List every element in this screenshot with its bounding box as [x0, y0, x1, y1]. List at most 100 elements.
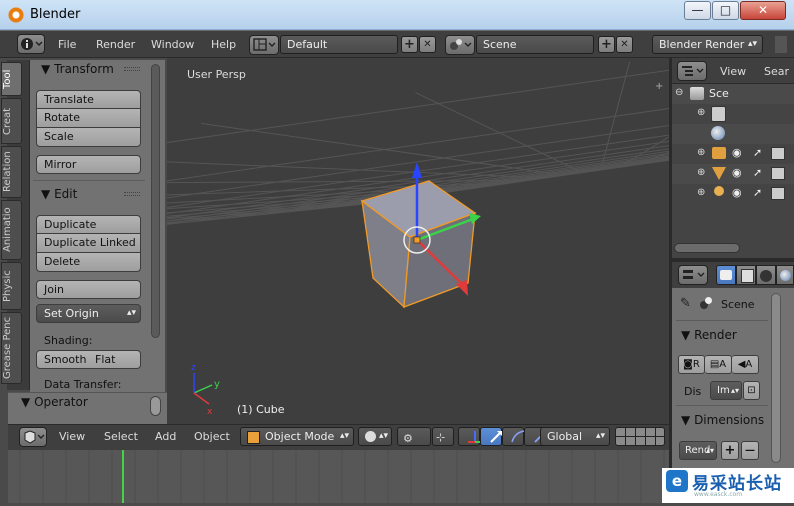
menu-add[interactable]: Add [155, 430, 176, 443]
orientation-select[interactable]: Global ▴▾ [540, 427, 610, 446]
add-preset-button[interactable]: + [721, 441, 739, 460]
tab-create[interactable]: Creat [1, 98, 22, 144]
lock-interface-button[interactable]: ⊡ [743, 381, 760, 400]
selectable-arrow-icon[interactable]: ➚ [753, 146, 762, 159]
viewport-shading-select[interactable]: ▴▾ [358, 427, 392, 446]
pivot-point-select[interactable]: ⚙ [397, 427, 431, 446]
visibility-eye-icon[interactable]: ◉ [732, 186, 742, 199]
render-animation-button[interactable]: ▤A [705, 355, 732, 374]
menu-window[interactable]: Window [151, 38, 194, 51]
scene-browse-button[interactable] [445, 35, 475, 55]
operator-scrollbar[interactable] [150, 396, 161, 416]
render-engine-select[interactable]: Blender Render ▴▾ [652, 35, 763, 54]
scale-button[interactable]: Scale [36, 128, 141, 147]
3d-viewport[interactable]: y z x [167, 58, 669, 424]
z-arrow-head-icon[interactable] [412, 162, 422, 178]
minimize-button[interactable]: — [684, 1, 711, 20]
maximize-button[interactable]: □ [712, 1, 739, 20]
drag-handle-icon[interactable] [124, 192, 140, 196]
collapse-toggle-icon[interactable]: ⊖ [675, 87, 683, 98]
tab-relations[interactable]: Relation [1, 146, 22, 198]
selectable-arrow-icon[interactable]: ➚ [753, 166, 762, 179]
outliner-row-world[interactable] [672, 124, 794, 144]
transform-panel-header[interactable]: ▼ Transform [41, 62, 114, 76]
scene-field[interactable]: Scene [476, 35, 594, 54]
drag-handle-icon[interactable] [124, 67, 140, 71]
cube-object[interactable] [360, 162, 481, 309]
outliner-row-scene[interactable]: ⊖ Sce [672, 84, 794, 104]
expand-toggle-icon[interactable]: ⊕ [697, 187, 705, 198]
render-camera-icon[interactable] [771, 167, 785, 180]
menu-view[interactable]: View [59, 430, 85, 443]
render-layers-context-tab[interactable] [736, 265, 756, 285]
menu-select[interactable]: Select [104, 430, 138, 443]
render-panel-header[interactable]: ▼ Render [681, 328, 737, 342]
editor-type-info-button[interactable] [17, 34, 45, 54]
render-still-button[interactable]: ◙R [678, 355, 705, 374]
menu-file[interactable]: File [58, 38, 76, 51]
join-button[interactable]: Join [36, 280, 141, 299]
properties-scrollbar[interactable] [771, 293, 781, 463]
rotate-button[interactable]: Rotate [36, 109, 141, 128]
render-preset-select[interactable]: Rend ▴▾ [679, 441, 717, 460]
display-select[interactable]: Im ▴▾ [710, 381, 742, 400]
tab-physics[interactable]: Physic [1, 262, 22, 310]
menu-help[interactable]: Help [211, 38, 236, 51]
tab-animation[interactable]: Animatio [1, 200, 22, 260]
dimensions-panel-header[interactable]: ▼ Dimensions [681, 413, 764, 427]
menu-object[interactable]: Object [194, 430, 230, 443]
outliner-menu-view[interactable]: View [720, 65, 746, 78]
manipulator-toggle[interactable]: ⊹ [432, 427, 454, 446]
outliner-row-lamp[interactable]: ⊕ ◉ ➚ [672, 184, 794, 204]
shade-smooth-button[interactable]: Smooth [36, 350, 89, 369]
delete-button[interactable]: Delete [36, 253, 141, 272]
tab-grease-pencil[interactable]: Grease Penc [1, 312, 22, 384]
shade-flat-button[interactable]: Flat [88, 350, 141, 369]
rotate-manipulator-button[interactable] [480, 427, 502, 446]
add-scene-button[interactable]: + [598, 36, 615, 53]
timeline[interactable] [8, 450, 670, 503]
viewport-scene[interactable]: y z x [167, 58, 669, 424]
scale-manipulator-button[interactable] [502, 427, 526, 446]
editor-type-outliner-button[interactable] [677, 61, 707, 81]
render-audio-button[interactable]: ◀A [732, 355, 759, 374]
render-context-tab[interactable] [716, 265, 736, 285]
editor-type-3d-button[interactable] [19, 427, 47, 447]
selectable-arrow-icon[interactable]: ➚ [753, 186, 762, 199]
remove-preset-button[interactable]: — [741, 441, 759, 460]
region-toggle-plus-icon[interactable]: + [655, 82, 665, 92]
tab-tool[interactable]: Tool [1, 62, 22, 96]
outliner-row-camera[interactable]: ⊕ ◉ ➚ [672, 144, 794, 164]
visibility-eye-icon[interactable]: ◉ [732, 166, 742, 179]
remove-layout-button[interactable]: ✕ [419, 36, 436, 53]
outliner-scrollbar[interactable] [674, 243, 740, 253]
duplicate-button[interactable]: Duplicate [36, 215, 141, 234]
editor-type-properties-button[interactable] [678, 265, 708, 285]
duplicate-linked-button[interactable]: Duplicate Linked [36, 234, 141, 253]
expand-toggle-icon[interactable]: ⊕ [697, 147, 705, 158]
remove-scene-button[interactable]: ✕ [616, 36, 633, 53]
screen-layout-field[interactable]: Default [280, 35, 398, 54]
add-layout-button[interactable]: + [401, 36, 418, 53]
outliner-row-renderlayers[interactable]: ⊕ [672, 104, 794, 124]
translate-manipulator-button[interactable] [458, 427, 482, 446]
expand-toggle-icon[interactable]: ⊕ [697, 167, 705, 178]
close-button[interactable]: ✕ [740, 1, 786, 20]
screen-layout-button[interactable] [249, 35, 279, 55]
edit-panel-header[interactable]: ▼ Edit [41, 187, 77, 201]
world-context-tab[interactable] [776, 265, 794, 285]
mirror-button[interactable]: Mirror [36, 155, 141, 174]
outliner-row-cube[interactable]: ⊕ ◉ ➚ [672, 164, 794, 184]
render-camera-icon[interactable] [771, 187, 785, 200]
toolshelf-scrollbar[interactable] [151, 64, 160, 338]
mode-select[interactable]: Object Mode ▴▾ [240, 427, 354, 446]
outliner-menu-search[interactable]: Sear [764, 65, 789, 78]
render-camera-icon[interactable] [771, 147, 785, 160]
expand-toggle-icon[interactable]: ⊕ [697, 107, 705, 118]
operator-panel-header[interactable]: ▼ Operator [21, 395, 88, 409]
visibility-eye-icon[interactable]: ◉ [732, 146, 742, 159]
set-origin-menu[interactable]: Set Origin ▴▾ [36, 304, 141, 323]
menu-render[interactable]: Render [96, 38, 135, 51]
scene-context-tab[interactable] [756, 265, 776, 285]
pin-icon[interactable]: ✎ [680, 296, 691, 311]
